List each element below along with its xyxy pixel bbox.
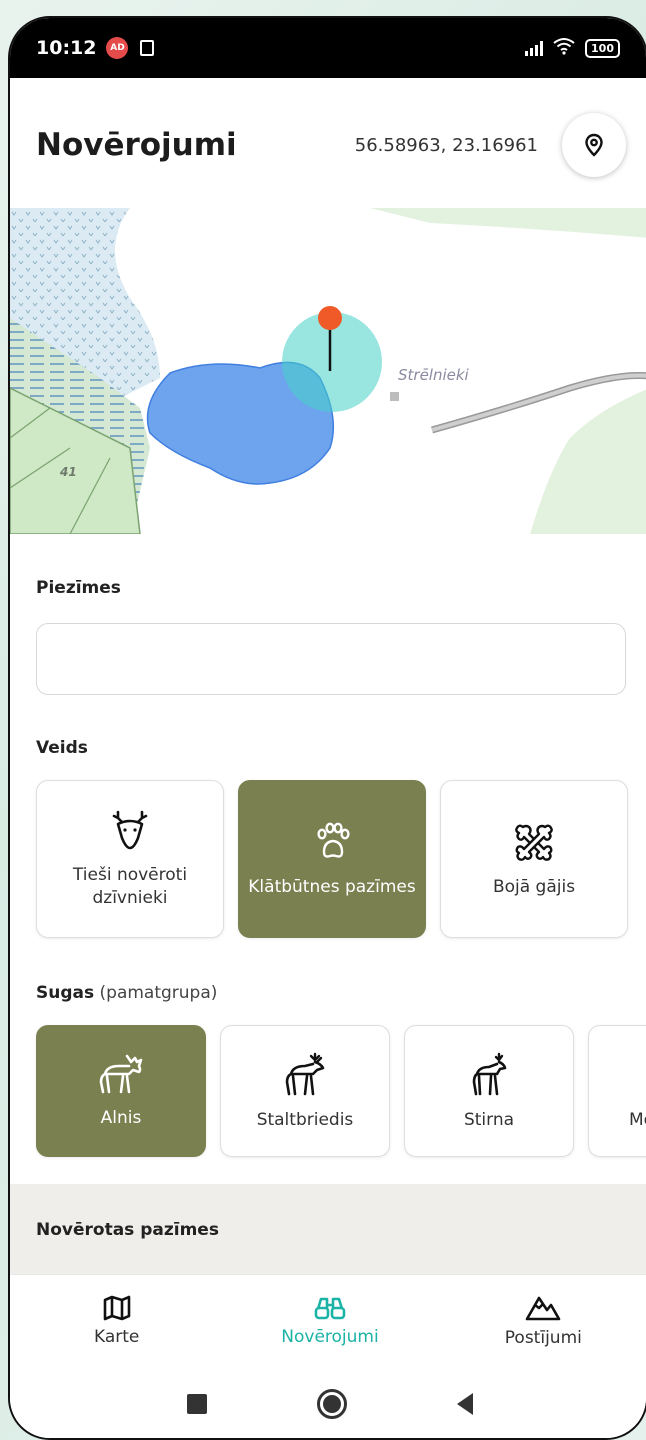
moose-icon [99,1054,143,1094]
locate-button[interactable] [562,113,626,177]
species-option-label: Alnis [100,1108,142,1128]
battery-icon: 100 [585,38,620,58]
mountains-icon [526,1296,561,1320]
coordinates-readout: 56.58963, 23.16961 [354,134,538,156]
type-option-direct[interactable]: Tieši novēroti dzīvnieki [36,780,224,938]
ad-notification-icon: AD [106,37,129,59]
status-time: 10:12 [36,37,97,59]
roe-deer-icon [472,1052,507,1096]
map-icon [103,1295,130,1320]
species-option-roe-deer[interactable]: Stirna [404,1025,574,1157]
observed-signs-label: Novērotas pazīmes [36,1220,219,1240]
nav-item-observations[interactable]: Novērojumi [223,1275,436,1366]
deer-head-icon [112,810,148,850]
nav-label: Novērojumi [281,1326,379,1347]
bone-icon [515,824,553,861]
species-option-moose[interactable]: Alnis [36,1025,206,1157]
animal-icon [629,1052,646,1096]
signal-icon [525,40,544,56]
type-option-signs[interactable]: Klātbūtnes pazīmes [238,780,426,938]
map-canvas: 41 Strēlnieki [10,208,646,534]
notes-input[interactable] [36,623,626,695]
species-option-label: Staltbriedis [256,1110,354,1130]
species-options: Alnis Staltbriedis Stirna Me [36,1025,646,1157]
phone-screen: 10:12 AD 100 Novērojumi 56.58963, 23.169… [8,16,646,1440]
species-option-partial[interactable]: Me [588,1025,646,1157]
home-button[interactable] [317,1389,347,1419]
nav-item-map[interactable]: Karte [10,1275,223,1366]
type-option-dead[interactable]: Bojā gājis [440,780,628,938]
paw-icon [317,822,350,858]
sim-icon [140,40,155,56]
status-bar: 10:12 AD 100 [10,18,646,78]
recents-button[interactable] [187,1394,207,1414]
page-title: Novērojumi [36,127,237,163]
species-section-label: Sugas (pamatgrupa) [36,983,217,1003]
type-option-label: Tieši novēroti dzīvnieki [72,865,188,908]
red-deer-icon [285,1052,325,1096]
page-header: Novērojumi 56.58963, 23.16961 [36,113,626,177]
type-section-label: Veids [36,738,88,758]
system-navigation-bar [10,1366,646,1438]
map-view[interactable]: 41 Strēlnieki [10,208,646,534]
nav-label: Postījumi [504,1327,582,1348]
type-option-label: Bojā gājis [492,876,576,897]
binoculars-icon [314,1297,346,1319]
species-label: Sugas [36,983,95,1003]
place-label: Strēlnieki [398,366,470,384]
observation-pin[interactable] [318,306,342,330]
parcel-number-label: 41 [59,465,77,479]
type-option-label: Klātbūtnes pazīmes [248,876,416,897]
wifi-icon [553,37,575,60]
nav-item-damages[interactable]: Postījumi [437,1275,646,1366]
observed-signs-section: Novērotas pazīmes [10,1184,646,1274]
species-option-label: Stirna [463,1110,515,1130]
notes-label: Piezīmes [36,578,121,598]
type-options: Tieši novēroti dzīvnieki Klātbūtnes pazī… [36,780,628,938]
location-pin-icon [585,133,603,157]
bottom-navigation: Karte Novērojumi Postījumi [10,1274,646,1366]
back-button[interactable] [457,1393,473,1415]
species-option-label: Me [629,1110,646,1130]
species-sublabel: (pamatgrupa) [99,983,218,1003]
species-option-red-deer[interactable]: Staltbriedis [220,1025,390,1157]
nav-label: Karte [93,1326,140,1347]
